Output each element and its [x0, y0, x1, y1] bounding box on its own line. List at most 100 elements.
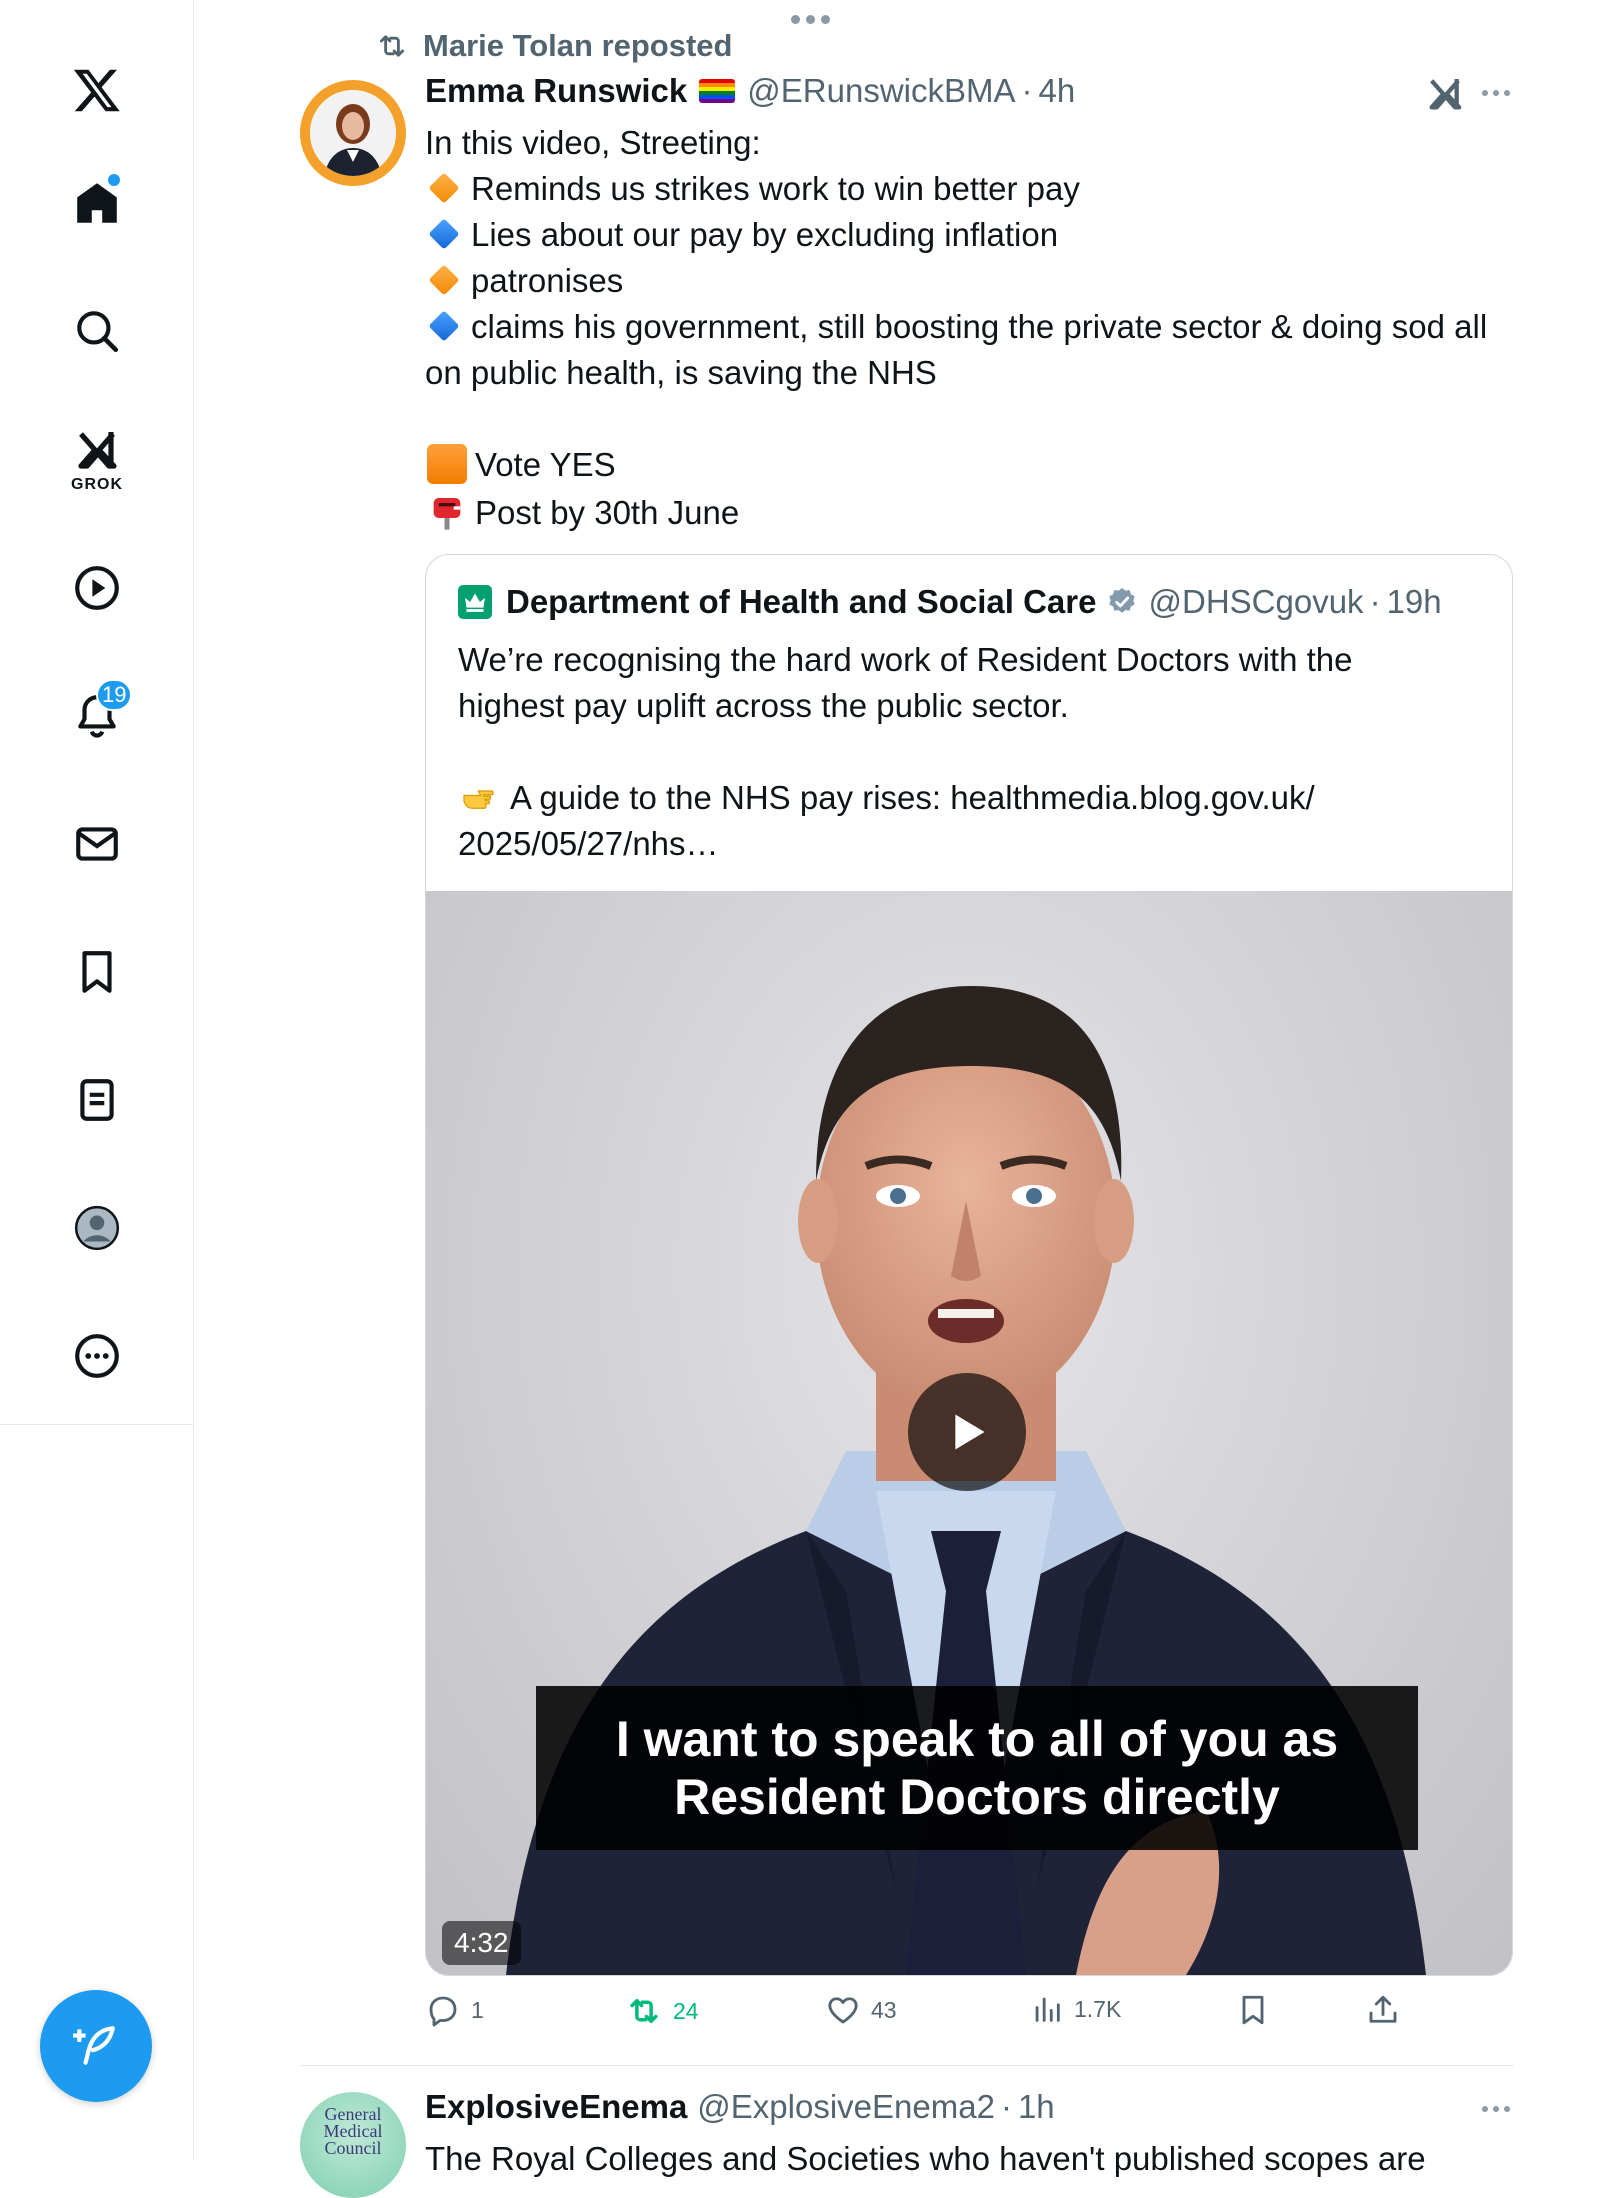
- author-handle[interactable]: @ERunswickBMA: [747, 72, 1015, 110]
- next-author-name[interactable]: ExplosiveEnema: [425, 2088, 687, 2126]
- quoted-author-name[interactable]: Department of Health and Social Care: [506, 583, 1096, 621]
- video-duration: 4:32: [442, 1921, 521, 1965]
- reply-count: 1: [471, 1996, 484, 2023]
- profile-avatar-icon: [74, 1205, 120, 1251]
- quoted-text-line: A guide to the NHS pay rises: healthmedi…: [458, 779, 1315, 863]
- author-avatar[interactable]: [300, 80, 406, 186]
- sidebar-nav: GROK 19: [0, 0, 194, 1425]
- analytics-icon: [1035, 1997, 1060, 2022]
- meta-separator: ·: [1021, 72, 1033, 109]
- pointing-hand-icon: [463, 790, 494, 810]
- next-author-handle[interactable]: @ExplosiveEnema2: [697, 2088, 995, 2126]
- post-actions-bar: 1 24 43 1.7K: [425, 1992, 1425, 2036]
- quoted-post-card[interactable]: Department of Health and Social Care @DH…: [425, 554, 1513, 1976]
- list-icon: [80, 1079, 114, 1121]
- compose-post-button[interactable]: [40, 1990, 152, 2102]
- rainbow-flag-icon: [699, 79, 736, 103]
- post-header: Emma Runswick @ERunswickBMA · 4h: [425, 72, 1075, 110]
- caption-line: Resident Doctors directly: [674, 1769, 1280, 1825]
- like-count: 43: [871, 1996, 897, 2023]
- unread-dot: [106, 172, 122, 188]
- play-button[interactable]: [908, 1373, 1026, 1491]
- next-post-avatar[interactable]: General Medical Council: [300, 2092, 406, 2198]
- play-icon: [955, 1414, 985, 1450]
- x-logo-icon[interactable]: [62, 55, 132, 125]
- reply-icon: [429, 1996, 457, 2027]
- sidebar-item-lists[interactable]: [62, 1065, 132, 1135]
- notifications-badge: 19: [96, 679, 133, 711]
- sidebar-item-grok[interactable]: GROK: [62, 420, 132, 500]
- post-line: claims his government, still boosting th…: [425, 308, 1488, 391]
- window-drag-handle[interactable]: [786, 8, 834, 30]
- blue-diamond-icon: [428, 218, 460, 250]
- repost-icon: [630, 1998, 658, 2024]
- quoted-post-body: We’re recognising the hard work of Resid…: [458, 637, 1468, 867]
- grok-label: GROK: [71, 476, 123, 493]
- video-caption: I want to speak to all of you as Residen…: [536, 1686, 1418, 1850]
- play-circle-icon: [75, 566, 119, 610]
- mail-icon: [76, 827, 118, 861]
- post-line: In this video, Streeting:: [425, 124, 761, 161]
- repost-label: Marie Tolan reposted: [423, 28, 733, 63]
- sidebar-item-video[interactable]: [62, 553, 132, 623]
- quoted-author-handle[interactable]: @DHSCgovuk: [1148, 583, 1363, 621]
- orange-diamond-icon: [428, 172, 460, 204]
- post-time[interactable]: 4h: [1039, 72, 1076, 110]
- next-post-header: ExplosiveEnema @ExplosiveEnema2 · 1h: [425, 2088, 1055, 2126]
- search-icon: [77, 311, 119, 353]
- repost-button[interactable]: 24: [625, 1992, 699, 2030]
- repost-indicator[interactable]: Marie Tolan reposted: [375, 28, 733, 64]
- post-line: Lies about our pay by excluding inflatio…: [425, 212, 1505, 258]
- bookmark-icon: [82, 951, 112, 993]
- grok-icon: [78, 432, 117, 469]
- post-more-button[interactable]: [1482, 90, 1510, 96]
- next-post-more-button[interactable]: [1482, 2106, 1510, 2112]
- bookmark-button[interactable]: [1235, 1992, 1271, 2028]
- quoted-post-time[interactable]: 19h: [1387, 583, 1442, 621]
- post-line: Post by 30th June: [425, 490, 1505, 538]
- verified-badge-icon: [1109, 588, 1136, 613]
- more-circle-icon: [75, 1334, 119, 1378]
- author-photo: [310, 90, 396, 176]
- next-post-time[interactable]: 1h: [1018, 2088, 1055, 2126]
- orange-diamond-icon: [428, 264, 460, 296]
- caption-line: I want to speak to all of you as: [615, 1711, 1339, 1767]
- repost-icon: [379, 35, 405, 57]
- post-divider: [300, 2065, 1514, 2066]
- share-icon: [1369, 1995, 1397, 2023]
- sidebar-item-bookmarks[interactable]: [62, 937, 132, 1007]
- bookmark-icon: [1242, 1995, 1264, 2025]
- post-line: Reminds us strikes work to win better pa…: [425, 166, 1505, 212]
- video-player[interactable]: I want to speak to all of you as Residen…: [426, 891, 1512, 1975]
- post-line: Vote YES: [425, 442, 1505, 490]
- author-name[interactable]: Emma Runswick: [425, 72, 687, 110]
- next-post-body: The Royal Colleges and Societies who hav…: [425, 2140, 1426, 2177]
- sidebar-item-explore[interactable]: [62, 296, 132, 366]
- quoted-text-line: We’re recognising the hard work of Resid…: [458, 641, 1353, 724]
- grok-explain-icon[interactable]: [1425, 74, 1465, 114]
- view-count: 1.7K: [1074, 1995, 1122, 2022]
- sidebar-item-notifications[interactable]: 19: [62, 679, 133, 751]
- share-button[interactable]: [1365, 1992, 1401, 2028]
- repost-count: 24: [673, 1997, 699, 2024]
- orange-square-icon: [427, 444, 467, 485]
- post-body: In this video, Streeting: Reminds us str…: [425, 120, 1505, 539]
- like-button[interactable]: 43: [825, 1992, 897, 2028]
- sidebar-item-home[interactable]: [62, 168, 132, 238]
- sidebar-item-more[interactable]: [62, 1321, 132, 1391]
- sidebar-item-profile[interactable]: [62, 1193, 132, 1263]
- quoted-post-header: Department of Health and Social Care @DH…: [458, 583, 1442, 621]
- heart-icon: [828, 1997, 858, 2024]
- feather-compose-icon: [73, 2026, 115, 2065]
- views-button[interactable]: 1.7K: [1030, 1992, 1121, 2026]
- blue-diamond-icon: [428, 310, 460, 342]
- meta-separator: ·: [1000, 2088, 1012, 2125]
- avatar-logo-text: General Medical Council: [323, 2104, 383, 2158]
- postbox-icon: [433, 497, 461, 530]
- sidebar-divider: [193, 1424, 194, 2160]
- meta-separator: ·: [1369, 583, 1381, 620]
- post-line: patronises: [425, 258, 1505, 304]
- crown-logo-icon: [458, 585, 492, 619]
- sidebar-item-messages[interactable]: [62, 809, 132, 879]
- reply-button[interactable]: 1: [425, 1992, 484, 2028]
